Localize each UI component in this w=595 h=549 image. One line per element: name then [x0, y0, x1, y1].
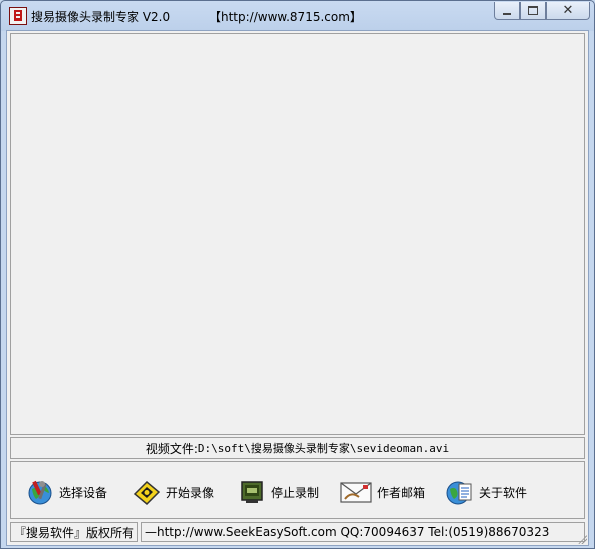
camera-start-icon — [132, 477, 162, 507]
resize-grip[interactable] — [577, 534, 587, 544]
status-copyright: 『搜易软件』版权所有 — [10, 522, 138, 542]
gear-globe-icon — [25, 477, 55, 507]
monitor-stop-icon — [237, 477, 267, 507]
stop-record-button[interactable]: 停止录制 — [237, 476, 319, 508]
start-record-button[interactable]: 开始录像 — [132, 476, 214, 508]
client-area: 视频文件: D:\soft\搜易摄像头录制专家\sevideoman.avi 选… — [6, 30, 589, 546]
title-bar[interactable]: 搜易摄像头录制专家 V2.0 【http://www.8715.com】 ✕ — [1, 1, 594, 29]
status-bar: 『搜易软件』版权所有 —http://www.SeekEasySoft.com … — [10, 522, 585, 542]
file-path-value: D:\soft\搜易摄像头录制专家\sevideoman.avi — [197, 442, 450, 455]
window-controls: ✕ — [494, 2, 590, 20]
stop-record-label: 停止录制 — [271, 485, 320, 500]
minimize-button[interactable] — [494, 2, 520, 20]
toolbar: 选择设备 开始录像 停止录制 作者邮箱 关于软件 — [10, 461, 585, 519]
video-preview — [10, 33, 585, 435]
maximize-icon — [528, 6, 538, 15]
document-globe-icon — [445, 477, 475, 507]
start-record-label: 开始录像 — [166, 485, 215, 500]
author-email-label: 作者邮箱 — [377, 485, 426, 500]
status-contact: —http://www.SeekEasySoft.com QQ:70094637… — [141, 522, 585, 542]
minimize-icon — [503, 12, 511, 15]
app-window: 搜易摄像头录制专家 V2.0 【http://www.8715.com】 ✕ 视… — [0, 0, 595, 549]
author-email-button[interactable]: 作者邮箱 — [339, 476, 425, 508]
file-path-label: 视频文件: — [145, 441, 198, 456]
file-path-bar: 视频文件: D:\soft\搜易摄像头录制专家\sevideoman.avi — [10, 437, 585, 459]
select-device-label: 选择设备 — [59, 485, 108, 500]
app-logo-icon[interactable] — [9, 7, 27, 25]
window-title: 搜易摄像头录制专家 V2.0 — [31, 10, 171, 24]
envelope-icon — [339, 477, 373, 507]
about-button[interactable]: 关于软件 — [445, 476, 527, 508]
close-icon: ✕ — [562, 3, 574, 18]
select-device-button[interactable]: 选择设备 — [25, 476, 107, 508]
about-label: 关于软件 — [479, 485, 528, 500]
close-button[interactable]: ✕ — [546, 2, 590, 20]
maximize-button[interactable] — [520, 2, 546, 20]
title-url: 【http://www.8715.com】 — [209, 10, 362, 24]
